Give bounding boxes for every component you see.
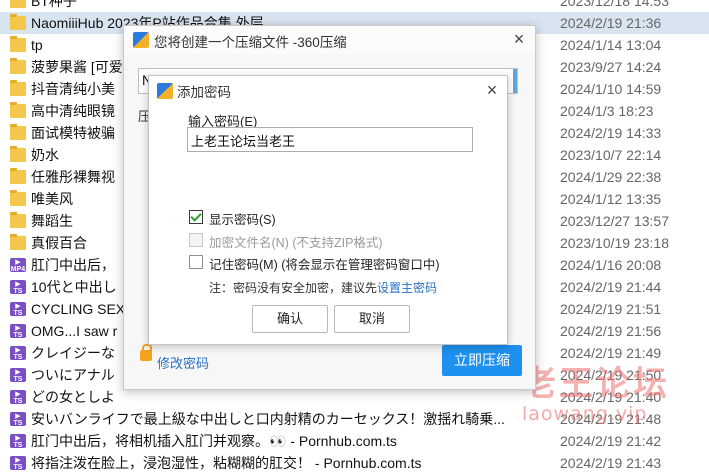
- file-name: 肛门中出后，: [31, 257, 115, 273]
- ts-file-icon: ▶ TS: [10, 302, 26, 317]
- file-date: 2024/1/29 22:38: [560, 169, 662, 185]
- file-name: OMG...I saw r: [31, 323, 118, 339]
- file-date: 2024/1/12 13:35: [560, 191, 662, 207]
- ts-file-icon: ▶ TS: [10, 368, 26, 383]
- file-name: 肛门中出后，将相机插入肛门并观察。👀 - Pornhub.com.ts: [31, 433, 397, 449]
- file-date: 2024/2/19 21:44: [560, 279, 662, 295]
- file-date: 2024/2/19 21:51: [560, 301, 662, 317]
- folder-icon: [10, 190, 26, 206]
- ts-file-icon: ▶ TS: [10, 346, 26, 361]
- file-name: 面试模特被骗: [31, 125, 115, 141]
- ok-button[interactable]: 确认: [252, 305, 328, 333]
- folder-icon: [10, 80, 26, 96]
- file-name: 安いバンライフで最上級な中出しと口内射精のカーセックス！激揺れ騎乗...: [31, 411, 505, 427]
- security-note: 注：密码没有安全加密，建议先设置主密码: [209, 279, 437, 296]
- file-date: 2023/9/27 14:24: [560, 59, 662, 75]
- folder-icon: [10, 0, 26, 8]
- file-date: 2024/2/19 21:56: [560, 323, 662, 339]
- remember-password-label[interactable]: 记住密码(M) (将会显示在管理密码窗口中): [209, 254, 440, 273]
- compress-now-button[interactable]: 立即压缩: [442, 345, 522, 376]
- folder-icon: [10, 14, 26, 30]
- file-date: 2024/1/3 18:23: [560, 103, 654, 119]
- cancel-button[interactable]: 取消: [334, 305, 410, 333]
- mp4-file-icon: ▶ MP4: [10, 258, 26, 273]
- folder-icon: [10, 146, 26, 162]
- file-date: 2023/10/19 23:18: [560, 235, 669, 251]
- ts-file-icon: ▶ TS: [10, 412, 26, 427]
- file-date: 2024/2/19 21:36: [560, 15, 662, 31]
- watermark-logo: 老王论坛: [522, 364, 670, 404]
- file-name: tp: [31, 37, 43, 53]
- file-name: 舞蹈生: [31, 213, 73, 229]
- password-input[interactable]: 上老王论坛当老王: [187, 127, 473, 152]
- lock-icon: [140, 344, 152, 361]
- folder-icon: [10, 212, 26, 228]
- file-name: 抖音清纯小美: [31, 81, 115, 97]
- file-name: 将指注泼在脸上，浸泡湿性，粘糊糊的肛交！ - Pornhub.com.ts: [31, 455, 422, 471]
- show-password-checkbox[interactable]: [189, 210, 203, 224]
- close-icon[interactable]: ×: [510, 30, 528, 48]
- file-name: 高中清纯眼镜: [31, 103, 115, 119]
- modify-password-link[interactable]: 修改密码: [157, 353, 209, 372]
- folder-icon: [10, 124, 26, 140]
- file-name: 任雅彤裸舞视: [31, 169, 115, 185]
- ts-file-icon: ▶ TS: [10, 434, 26, 449]
- ts-file-icon: ▶ TS: [10, 456, 26, 471]
- field-focus-edge: [513, 69, 517, 93]
- file-name: 菠萝果酱 [可爱: [31, 59, 123, 75]
- remember-password-checkbox[interactable]: [189, 255, 203, 269]
- folder-icon: [10, 102, 26, 118]
- file-name: 唯美风: [31, 191, 73, 207]
- file-row[interactable]: BT种子 2023/12/18 14:53: [0, 0, 709, 12]
- encrypt-filename-label[interactable]: 加密文件名(N) (不支持ZIP格式): [209, 232, 383, 251]
- file-date: 2023/12/18 14:53: [560, 0, 669, 9]
- close-icon[interactable]: ×: [483, 81, 501, 99]
- file-name: 奶水: [31, 147, 59, 163]
- password-value: 上老王论坛当老王: [191, 134, 296, 149]
- file-name: BT种子: [31, 0, 77, 9]
- file-row[interactable]: ▶ TS 将指注泼在脸上，浸泡湿性，粘糊糊的肛交！ - Pornhub.com.ts…: [0, 452, 709, 474]
- show-password-label[interactable]: 显示密码(S): [209, 209, 276, 228]
- file-name: CYCLING SEX: [31, 301, 126, 317]
- file-name: 10代と中出し: [31, 279, 117, 295]
- dialog-titlebar[interactable]: 您将创建一个压缩文件 -360压缩 ×: [124, 26, 535, 54]
- file-date: 2024/2/19 21:43: [560, 455, 662, 471]
- add-password-dialog: 添加密码 × 输入密码(E) 上老王论坛当老王 显示密码(S) 加密文件名(N)…: [148, 75, 508, 345]
- file-name: 真假百合: [31, 235, 87, 251]
- file-date: 2024/2/19 21:42: [560, 433, 662, 449]
- 360-compress-logo-icon: [133, 32, 149, 48]
- 360-compress-logo-icon: [157, 83, 173, 99]
- folder-icon: [10, 168, 26, 184]
- file-row[interactable]: ▶ TS 肛门中出后，将相机插入肛门并观察。👀 - Pornhub.com.ts 20…: [0, 430, 709, 452]
- file-date: 2024/1/14 13:04: [560, 37, 662, 53]
- ts-file-icon: ▶ TS: [10, 390, 26, 405]
- file-date: 2024/2/19 14:33: [560, 125, 662, 141]
- folder-icon: [10, 234, 26, 250]
- ts-file-icon: ▶ TS: [10, 280, 26, 295]
- file-name: ついにアナル: [31, 367, 115, 383]
- set-master-password-link[interactable]: 设置主密码: [377, 281, 437, 295]
- file-date: 2024/1/10 14:59: [560, 81, 662, 97]
- ts-file-icon: ▶ TS: [10, 324, 26, 339]
- encrypt-filename-checkbox[interactable]: [189, 233, 203, 247]
- security-note-text: 注：密码没有安全加密，建议先: [209, 281, 378, 295]
- watermark-url: laowang.vip: [522, 403, 648, 425]
- dialog-title: 您将创建一个压缩文件 -360压缩: [154, 35, 347, 50]
- file-date: 2023/12/27 13:57: [560, 213, 669, 229]
- file-date: 2023/10/7 22:14: [560, 147, 662, 163]
- folder-icon: [10, 58, 26, 74]
- file-name: クレイジーな: [31, 345, 115, 361]
- folder-icon: [10, 36, 26, 52]
- file-name: どの女としよ: [31, 389, 115, 405]
- file-date: 2024/1/16 20:08: [560, 257, 662, 273]
- dialog-title: 添加密码: [177, 85, 231, 100]
